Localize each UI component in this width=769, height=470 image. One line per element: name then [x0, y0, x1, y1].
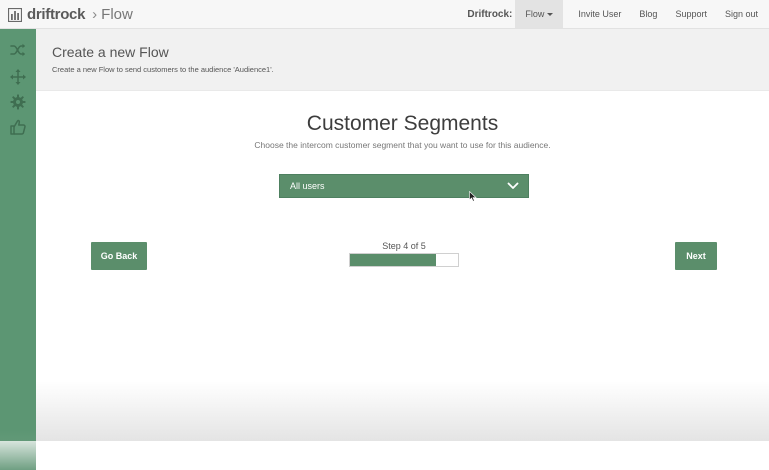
page-title: Create a new Flow [52, 44, 169, 60]
brand[interactable]: driftrock › Flow [8, 4, 133, 25]
sign-out-link[interactable]: Sign out [716, 9, 769, 19]
brand-separator: › [92, 6, 98, 23]
support-link[interactable]: Support [666, 9, 716, 19]
gear-icon[interactable] [10, 94, 26, 110]
move-icon[interactable] [10, 69, 26, 85]
mouse-cursor-icon [469, 191, 477, 202]
caret-down-icon [547, 12, 554, 16]
bar-chart-logo-icon [8, 7, 22, 22]
brand-name: driftrock [27, 6, 86, 23]
nav-right: Driftrock: Flow Invite User Blog Support… [467, 0, 769, 28]
thumbs-up-icon[interactable] [10, 119, 26, 135]
top-navbar: driftrock › Flow Driftrock: Flow Invite … [0, 0, 769, 29]
progress-bar-fill [350, 254, 437, 266]
blog-link[interactable]: Blog [630, 9, 666, 19]
bottom-fade [36, 381, 769, 441]
progress-bar [349, 253, 459, 267]
page-header: Create a new Flow Create a new Flow to s… [36, 29, 769, 91]
chevron-down-icon [507, 182, 519, 189]
sidebar [0, 29, 36, 470]
segment-select[interactable]: All users [279, 174, 529, 198]
shuffle-icon[interactable] [10, 42, 26, 58]
flow-dropdown[interactable]: Flow [515, 0, 564, 28]
step-indicator: Step 4 of 5 [382, 241, 426, 251]
next-button[interactable]: Next [675, 242, 717, 270]
section-description: Choose the intercom customer segment tha… [254, 140, 551, 150]
sidebar-bottom-fade [0, 430, 36, 470]
go-back-button[interactable]: Go Back [91, 242, 147, 270]
app-name: Flow [101, 6, 133, 23]
segment-select-value: All users [290, 181, 325, 191]
section-heading: Customer Segments [306, 112, 499, 135]
org-name: Driftrock: [467, 8, 513, 20]
flow-dropdown-label: Flow [525, 9, 545, 19]
page-subtitle: Create a new Flow to send customers to t… [52, 65, 274, 74]
invite-user-link[interactable]: Invite User [569, 9, 630, 19]
